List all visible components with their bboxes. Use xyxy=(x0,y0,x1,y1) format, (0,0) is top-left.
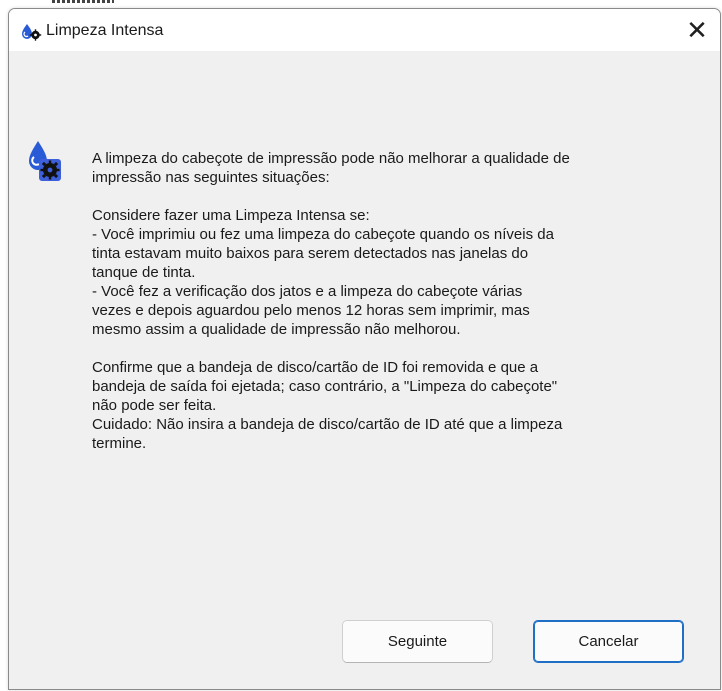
message-line: vezes e depois aguardou pelo menos 12 ho… xyxy=(92,302,530,319)
message-line: - Você imprimiu ou fez uma limpeza do ca… xyxy=(92,226,554,243)
window-title: Limpeza Intensa xyxy=(46,22,164,39)
message-line: Considere fazer uma Limpeza Intensa se: xyxy=(92,207,370,224)
cancel-button[interactable]: Cancelar xyxy=(533,620,684,663)
message-line: A limpeza do cabeçote de impressão pode … xyxy=(92,150,570,167)
ink-drop-gear-icon xyxy=(25,139,61,183)
background-window-strip xyxy=(0,0,722,8)
message-line: Confirme que a bandeja de disco/cartão d… xyxy=(92,359,539,376)
message-line: impressão nas seguintes situações: xyxy=(92,169,330,186)
close-button[interactable]: ✕ xyxy=(674,9,720,51)
message-line: não pode ser feita. xyxy=(92,397,217,414)
dialog-message: A limpeza do cabeçote de impressão pode … xyxy=(92,149,702,453)
message-line: - Você fez a verificação dos jatos e a l… xyxy=(92,283,523,300)
next-button[interactable]: Seguinte xyxy=(342,620,493,663)
message-line: Cuidado: Não insira a bandeja de disco/c… xyxy=(92,416,563,433)
close-icon: ✕ xyxy=(686,14,708,45)
dialog-window: Limpeza Intensa ✕ A limpeza do cabeçote … xyxy=(8,8,721,690)
background-window-edge xyxy=(52,0,114,3)
message-line: tinta estavam muito baixos para serem de… xyxy=(92,245,529,262)
message-line: tanque de tinta. xyxy=(92,264,196,281)
message-line: termine. xyxy=(92,435,147,452)
title-bar[interactable]: Limpeza Intensa ✕ xyxy=(9,9,720,51)
message-line: mesmo assim a qualidade de impressão não… xyxy=(92,321,461,338)
ink-drop-gear-icon xyxy=(20,23,42,41)
message-line: bandeja de saída foi ejetada; caso contr… xyxy=(92,378,558,395)
